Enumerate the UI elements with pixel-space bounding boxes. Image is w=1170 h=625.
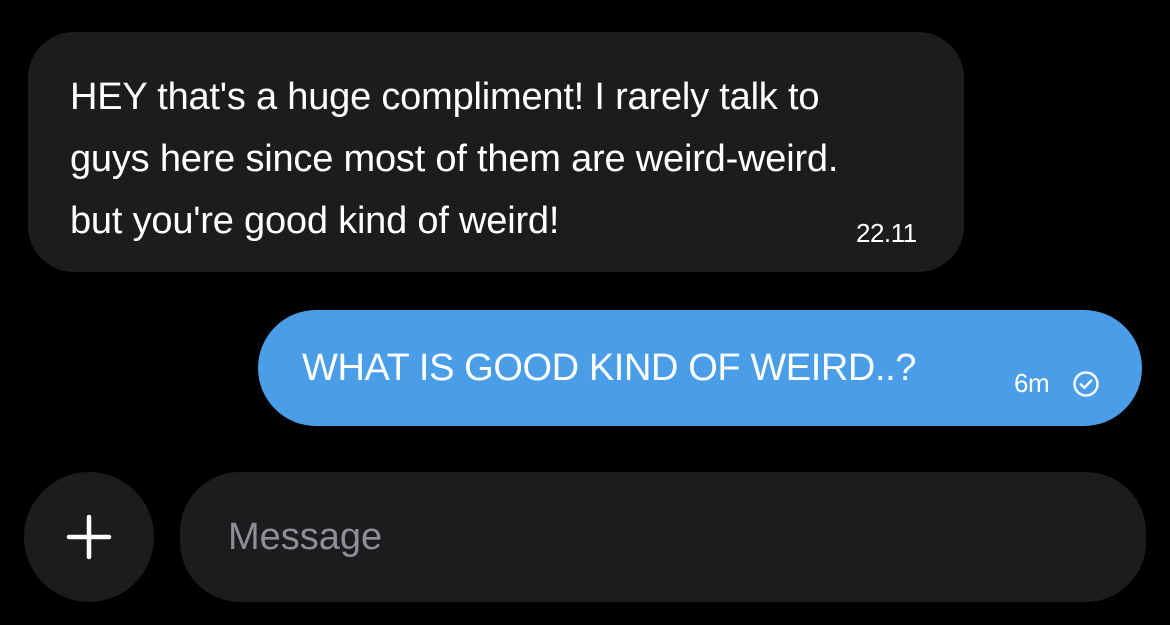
incoming-message-bubble[interactable]: HEY that's a huge compliment! I rarely t…	[28, 32, 964, 272]
incoming-message-text: HEY that's a huge compliment! I rarely t…	[70, 76, 839, 242]
check-circle-icon	[1073, 371, 1099, 397]
outgoing-message-text: WHAT IS GOOD KIND OF WEIRD..?	[302, 347, 917, 389]
add-attachment-button[interactable]	[24, 472, 154, 602]
outgoing-message-timestamp: 6m	[1014, 368, 1050, 398]
incoming-message-timestamp: 22.11	[856, 218, 917, 248]
message-input[interactable]	[180, 472, 1146, 602]
plus-icon	[66, 514, 112, 560]
outgoing-message-bubble[interactable]: WHAT IS GOOD KIND OF WEIRD..? 6m	[258, 310, 1142, 426]
